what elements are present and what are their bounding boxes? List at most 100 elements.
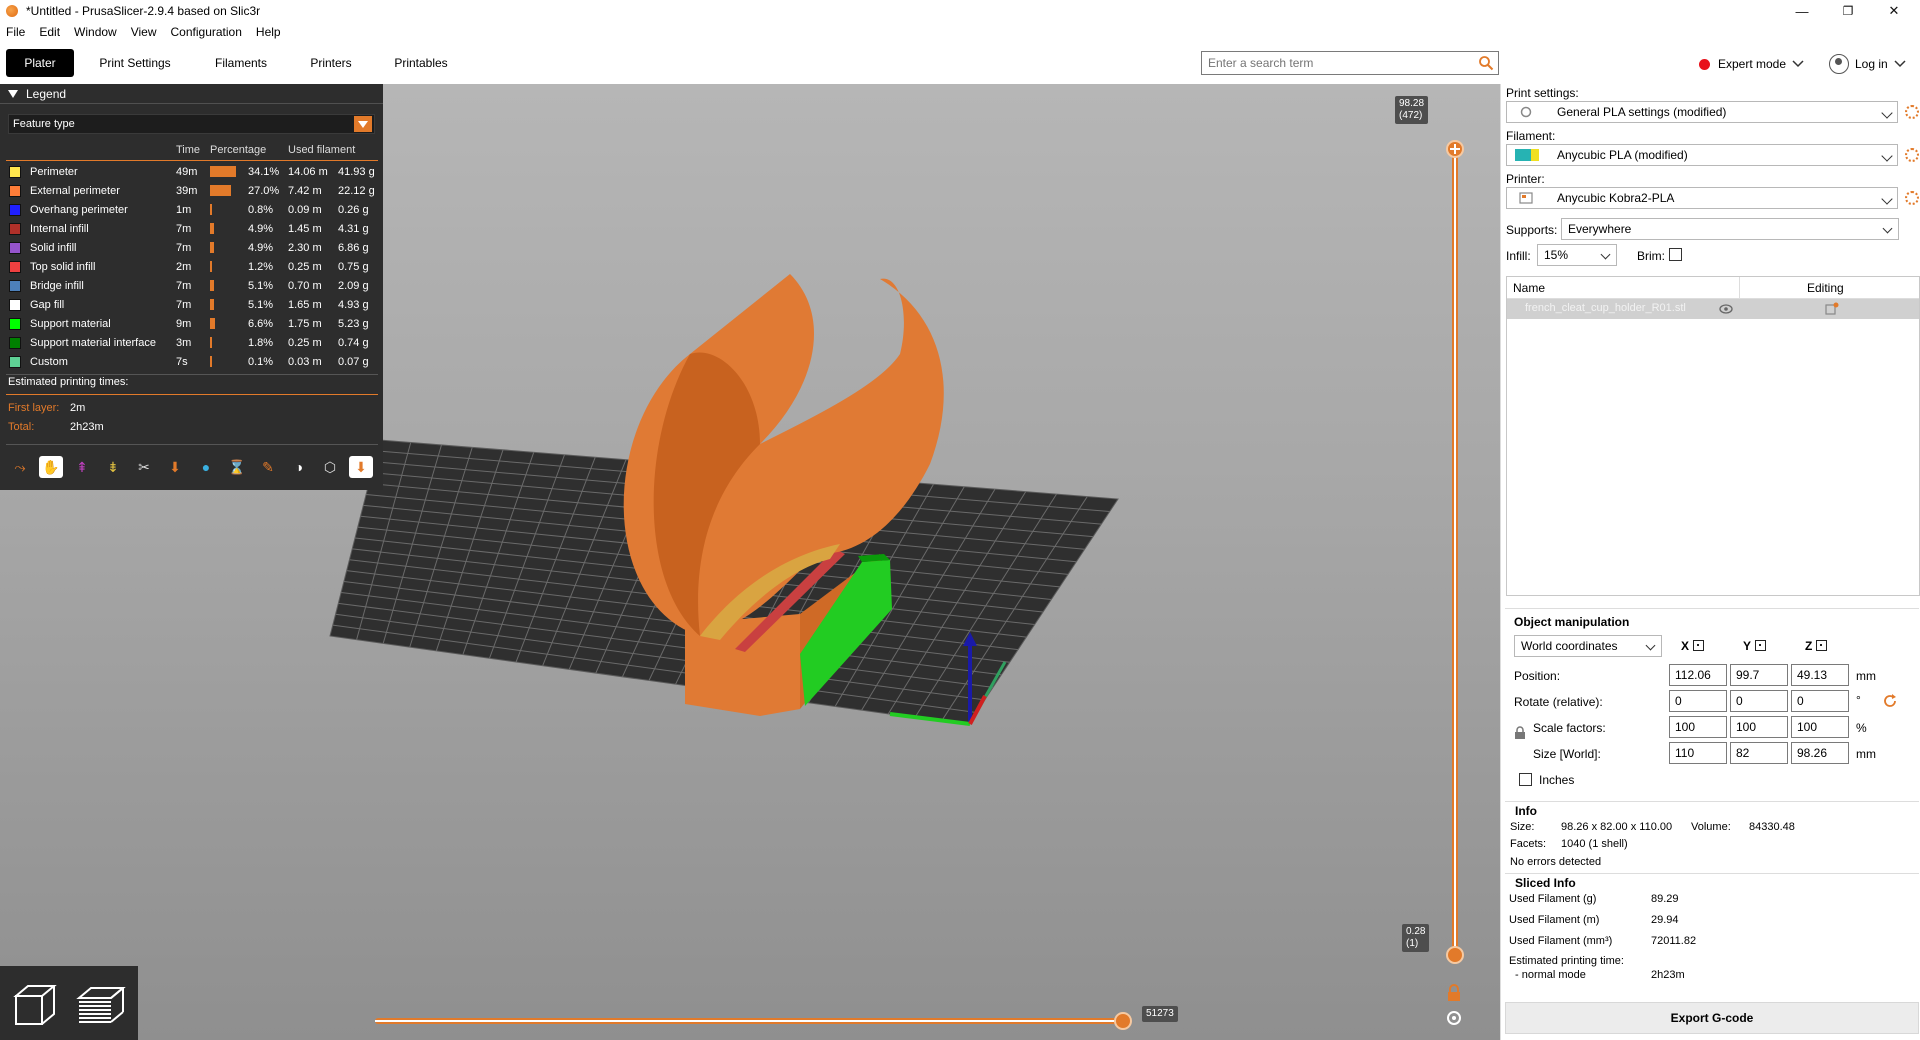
legend-percent-bar (210, 204, 212, 215)
filament-edit-icon[interactable] (1905, 148, 1919, 162)
pause-prints-icon[interactable]: ⌛ (225, 456, 249, 478)
legend-percent-bar (210, 318, 215, 329)
size-y-field[interactable]: 82 (1730, 742, 1788, 764)
3d-viewport[interactable]: Legend Feature type Time Percentage Used… (0, 84, 1500, 1040)
axis-y-icon[interactable] (1755, 640, 1767, 651)
close-button[interactable]: ✕ (1871, 0, 1917, 22)
menu-configuration[interactable]: Configuration (171, 25, 242, 39)
brim-checkbox[interactable] (1669, 248, 1682, 261)
inches-label: Inches (1539, 773, 1575, 787)
printer-edit-icon[interactable] (1905, 191, 1919, 205)
search-icon[interactable] (1478, 55, 1494, 71)
rotate-x-field[interactable]: 0 (1669, 690, 1727, 712)
axis-z-icon[interactable] (1816, 640, 1828, 651)
deretractions-icon[interactable]: ⇟ (101, 456, 125, 478)
edit-object-icon[interactable] (1825, 302, 1839, 316)
rotate-y-field[interactable]: 0 (1730, 690, 1788, 712)
legend-percentage: 4.9% (248, 241, 274, 254)
restore-button[interactable]: ❐ (1825, 0, 1871, 22)
size-unit: mm (1856, 747, 1876, 761)
tool-changes-icon[interactable]: ⬇ (163, 456, 187, 478)
menu-file[interactable]: File (6, 25, 25, 39)
coordinate-system-value: World coordinates (1521, 639, 1618, 653)
scale-x-field[interactable]: 100 (1669, 716, 1727, 738)
preview-layers-icon[interactable] (75, 978, 127, 1030)
scale-y-field[interactable]: 100 (1730, 716, 1788, 738)
expert-mode-dot-icon (1699, 58, 1710, 70)
wipe-icon[interactable]: ✋ (39, 456, 63, 478)
legend-row[interactable]: Top solid infill 2m 1.2% 0.25 m 0.75 g (0, 257, 383, 276)
legend-row[interactable]: Bridge infill 7m 5.1% 0.70 m 2.09 g (0, 276, 383, 295)
size-z-field[interactable]: 98.26 (1791, 742, 1849, 764)
legend-swatch (9, 222, 21, 235)
menu-help[interactable]: Help (256, 25, 281, 39)
legend-row[interactable]: Support material interface 3m 1.8% 0.25 m 0.… (0, 333, 383, 352)
reset-rotation-icon[interactable] (1883, 693, 1899, 709)
retractions-icon[interactable]: ⇞ (70, 456, 94, 478)
drop-to-bed-icon[interactable] (1693, 640, 1705, 651)
custom-gcodes-icon[interactable]: ✎ (256, 456, 280, 478)
mode-selector[interactable]: Expert mode (1699, 57, 1804, 71)
sliced-info-title: Sliced Info (1515, 876, 1576, 890)
legend-row[interactable]: Custom 7s 0.1% 0.03 m 0.07 g (0, 352, 383, 371)
menu-window[interactable]: Window (74, 25, 117, 39)
seams-icon[interactable]: ✂ (132, 456, 156, 478)
tab-filaments[interactable]: Filaments (206, 49, 276, 77)
tab-print-settings[interactable]: Print Settings (92, 49, 178, 77)
tab-plater[interactable]: Plater (6, 49, 74, 77)
legend-feature-name: Top solid infill (30, 260, 96, 273)
print-settings-edit-icon[interactable] (1905, 105, 1919, 119)
travel-icon[interactable]: ⤳ (8, 456, 32, 478)
position-z-field[interactable]: 49.13 (1791, 664, 1849, 686)
minimize-button[interactable]: — (1779, 0, 1825, 22)
scale-z-field[interactable]: 100 (1791, 716, 1849, 738)
center-of-gravity-icon[interactable]: ◑ (287, 456, 311, 478)
tab-printables[interactable]: Printables (386, 49, 456, 77)
settings-cog-icon[interactable] (1445, 1009, 1463, 1027)
legend-feature-name: Solid infill (30, 241, 77, 254)
print-settings-label: Print settings: (1506, 86, 1579, 100)
layer-slider-bottom-thumb[interactable] (1446, 946, 1464, 964)
tool-marker-icon[interactable]: ⬇ (349, 456, 373, 478)
search-input[interactable] (1208, 56, 1468, 70)
legend-row[interactable]: Support material 9m 6.6% 1.75 m 5.23 g (0, 314, 383, 333)
legend-time: 7s (176, 355, 188, 368)
print-settings-value: General PLA settings (modified) (1557, 105, 1727, 119)
supports-combo[interactable]: Everywhere (1561, 218, 1899, 240)
legend-row[interactable]: Overhang perimeter 1m 0.8% 0.09 m 0.26 g (0, 200, 383, 219)
object-row[interactable]: french_cleat_cup_holder_R01.stl (1507, 299, 1919, 319)
size-x-field[interactable]: 110 (1669, 742, 1727, 764)
tab-printers[interactable]: Printers (304, 49, 358, 77)
normal-mode-label: - normal mode (1515, 969, 1586, 981)
lock-icon[interactable] (1445, 984, 1463, 1002)
menu-edit[interactable]: Edit (39, 25, 60, 39)
legend-row[interactable]: External perimeter 39m 27.0% 7.42 m 22.12 g (0, 181, 383, 200)
position-y-field[interactable]: 99.7 (1730, 664, 1788, 686)
add-color-change-icon[interactable] (1449, 143, 1461, 155)
eye-icon[interactable] (1719, 303, 1733, 315)
export-gcode-button[interactable]: Export G-code (1505, 1002, 1919, 1034)
legend-row[interactable]: Solid infill 7m 4.9% 2.30 m 6.86 g (0, 238, 383, 257)
legend-row[interactable]: Perimeter 49m 34.1% 14.06 m 41.93 g (0, 162, 383, 181)
printer-combo[interactable]: Anycubic Kobra2-PLA (1506, 187, 1898, 209)
filament-combo[interactable]: Anycubic PLA (modified) (1506, 144, 1898, 166)
legend-header[interactable]: Legend (0, 84, 383, 104)
view-type-select[interactable]: Feature type (8, 114, 375, 134)
print-settings-combo[interactable]: General PLA settings (modified) (1506, 101, 1898, 123)
moves-slider-thumb[interactable] (1114, 1012, 1132, 1030)
login-button[interactable]: Log in (1829, 54, 1906, 74)
shells-icon[interactable]: ⬡ (318, 456, 342, 478)
coordinate-system-combo[interactable]: World coordinates (1514, 635, 1662, 657)
color-changes-icon[interactable]: ● (194, 456, 218, 478)
uniform-scale-lock-icon[interactable] (1514, 726, 1526, 740)
inches-checkbox[interactable] (1519, 773, 1532, 786)
legend-row[interactable]: Gap fill 7m 5.1% 1.65 m 4.93 g (0, 295, 383, 314)
3d-view-cube-icon[interactable] (10, 978, 62, 1030)
layer-slider-track[interactable] (1452, 150, 1458, 960)
legend-row[interactable]: Internal infill 7m 4.9% 1.45 m 4.31 g (0, 219, 383, 238)
position-x-field[interactable]: 112.06 (1669, 664, 1727, 686)
moves-slider-track[interactable] (375, 1018, 1125, 1024)
infill-combo[interactable]: 15% (1537, 244, 1617, 266)
menu-view[interactable]: View (131, 25, 157, 39)
rotate-z-field[interactable]: 0 (1791, 690, 1849, 712)
